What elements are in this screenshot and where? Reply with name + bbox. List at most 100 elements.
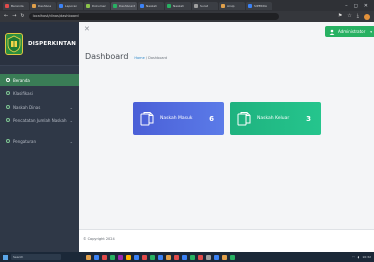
taskbar-app-icon[interactable] bbox=[206, 254, 211, 260]
close-icon[interactable]: ✕ bbox=[84, 25, 90, 33]
wifi-icon[interactable]: ◠ bbox=[352, 255, 355, 259]
browser-tab-bar: Beranda Dashboa Laporan Dokumen Dashboar… bbox=[0, 0, 374, 11]
taskbar-app-icon[interactable] bbox=[118, 254, 123, 260]
browser-extensions: ⚑ ☆ ⤓ bbox=[338, 11, 370, 22]
tab-label: Naskah bbox=[146, 3, 158, 8]
tab-favicon-icon bbox=[221, 3, 225, 8]
tab-favicon-icon bbox=[5, 3, 9, 8]
breadcrumb-home-link[interactable]: Home bbox=[134, 56, 144, 60]
card-naskah-masuk[interactable]: Naskah Masuk 6 bbox=[133, 102, 224, 135]
taskbar-app-icon[interactable] bbox=[86, 254, 91, 260]
taskbar-app-icon[interactable] bbox=[134, 254, 139, 260]
browser-tab[interactable]: Laporan bbox=[57, 1, 83, 10]
tab-label: Dashboard bbox=[119, 3, 135, 8]
minimize-icon[interactable]: – bbox=[345, 2, 348, 10]
tab-favicon-icon bbox=[140, 3, 144, 8]
tab-favicon-icon bbox=[167, 3, 171, 8]
tab-favicon-icon bbox=[86, 3, 90, 8]
tab-favicon-icon bbox=[194, 3, 198, 8]
sidebar-item-label: Pengaturan bbox=[13, 138, 36, 144]
taskbar-apps bbox=[86, 254, 235, 260]
breadcrumb: Home / Dashboard bbox=[134, 56, 167, 60]
circle-icon bbox=[6, 91, 10, 95]
sidebar-item-pencatatan[interactable]: Pencatatan Jumlah Naskah ⌄ bbox=[0, 114, 79, 134]
sidebar-item-klasifikasi[interactable]: Klasifikasi bbox=[0, 86, 79, 100]
tab-label: Beranda bbox=[11, 3, 24, 8]
page-title: Dashboard bbox=[85, 52, 129, 61]
browser-tab[interactable]: Dashboa bbox=[30, 1, 56, 10]
card-value: 3 bbox=[306, 114, 311, 123]
main-content: ✕ Administrator ▾ Dashboard Home / Dashb… bbox=[79, 22, 374, 252]
tab-favicon-icon bbox=[59, 3, 63, 8]
card-label: Naskah Keluar bbox=[257, 116, 290, 121]
taskbar-app-icon[interactable] bbox=[150, 254, 155, 260]
sidebar-brand[interactable]: DISPERKINTAN bbox=[0, 22, 79, 66]
windows-start-icon[interactable] bbox=[3, 254, 8, 260]
brand-name: DISPERKINTAN bbox=[28, 40, 77, 47]
maximize-icon[interactable]: ◻ bbox=[354, 2, 358, 10]
taskbar-app-icon[interactable] bbox=[190, 254, 195, 260]
volume-icon[interactable]: ◖ bbox=[358, 255, 360, 259]
sidebar-item-label: Pencatatan Jumlah Naskah bbox=[13, 118, 67, 123]
sidebar-item-beranda[interactable]: Beranda bbox=[0, 74, 79, 86]
card-naskah-keluar[interactable]: Naskah Keluar 3 bbox=[230, 102, 321, 135]
url-input[interactable]: localhost/dinas/dashboard bbox=[28, 13, 279, 20]
tab-label: Dashboa bbox=[38, 3, 52, 8]
breadcrumb-current: Dashboard bbox=[148, 56, 168, 60]
tab-favicon-icon bbox=[113, 3, 117, 8]
back-icon[interactable]: ← bbox=[4, 11, 8, 22]
logo bbox=[5, 32, 23, 55]
taskbar-app-icon[interactable] bbox=[126, 254, 131, 260]
user-name: Administrator bbox=[338, 29, 366, 34]
sidebar-menu: Beranda Klasifikasi Naskah Dinas ⌄ Penca… bbox=[0, 66, 79, 148]
sidebar: DISPERKINTAN Beranda Klasifikasi Naskah … bbox=[0, 22, 79, 252]
taskbar-app-icon[interactable] bbox=[198, 254, 203, 260]
document-copy-icon bbox=[237, 111, 251, 125]
card-label: Naskah Masuk bbox=[160, 116, 193, 121]
reload-icon[interactable]: ↻ bbox=[20, 11, 24, 22]
copyright-text: © Copyright 2024 bbox=[83, 237, 115, 241]
browser-tab[interactable]: Naskah bbox=[165, 1, 191, 10]
clock-text[interactable]: 10:32 bbox=[362, 255, 371, 259]
sidebar-item-pengaturan[interactable]: Pengaturan ⌄ bbox=[0, 134, 79, 148]
profile-avatar[interactable] bbox=[364, 13, 370, 20]
extension-icon[interactable]: ⚑ bbox=[338, 11, 342, 22]
sidebar-item-label: Beranda bbox=[13, 77, 30, 83]
taskbar-app-icon[interactable] bbox=[158, 254, 163, 260]
taskbar-app-icon[interactable] bbox=[166, 254, 171, 260]
user-menu-button[interactable]: Administrator ▾ bbox=[325, 26, 374, 37]
taskbar-app-icon[interactable] bbox=[102, 254, 107, 260]
tab-label: Naskah bbox=[173, 3, 185, 8]
url-text: localhost/dinas/dashboard bbox=[32, 14, 79, 18]
taskbar-app-icon[interactable] bbox=[214, 254, 219, 260]
taskbar-app-icon[interactable] bbox=[142, 254, 147, 260]
chevron-down-icon: ⌄ bbox=[69, 104, 73, 110]
chevron-down-icon: ⌄ bbox=[69, 138, 73, 144]
close-window-icon[interactable]: ✕ bbox=[364, 2, 368, 10]
taskbar-app-icon[interactable] bbox=[222, 254, 227, 260]
sidebar-item-naskah-dinas[interactable]: Naskah Dinas ⌄ bbox=[0, 100, 79, 114]
chevron-down-icon: ▾ bbox=[370, 29, 372, 34]
taskbar-app-icon[interactable] bbox=[230, 254, 235, 260]
taskbar-search-input[interactable]: Search bbox=[11, 254, 61, 260]
browser-tab[interactable]: SIPERDA bbox=[246, 1, 272, 10]
star-icon[interactable]: ☆ bbox=[347, 11, 351, 22]
page-heading: Dashboard Home / Dashboard bbox=[85, 52, 167, 61]
browser-tab[interactable]: Dokumen bbox=[84, 1, 110, 10]
taskbar-app-icon[interactable] bbox=[110, 254, 115, 260]
taskbar-app-icon[interactable] bbox=[94, 254, 99, 260]
taskbar-app-icon[interactable] bbox=[174, 254, 179, 260]
tab-favicon-icon bbox=[32, 3, 36, 8]
card-value: 6 bbox=[209, 114, 214, 123]
browser-tab[interactable]: Arsip bbox=[219, 1, 245, 10]
tab-label: Arsip bbox=[227, 3, 235, 8]
browser-tab[interactable]: Naskah bbox=[138, 1, 164, 10]
download-icon[interactable]: ⤓ bbox=[357, 11, 359, 22]
tab-label: SIPERDA bbox=[254, 3, 267, 8]
browser-tab-active[interactable]: Dashboard bbox=[111, 1, 137, 10]
taskbar-app-icon[interactable] bbox=[182, 254, 187, 260]
browser-tab[interactable]: Surat bbox=[192, 1, 218, 10]
system-tray: ◠ ◖ 10:32 bbox=[352, 255, 371, 259]
forward-icon[interactable]: → bbox=[12, 11, 16, 22]
browser-tab[interactable]: Beranda bbox=[3, 1, 29, 10]
